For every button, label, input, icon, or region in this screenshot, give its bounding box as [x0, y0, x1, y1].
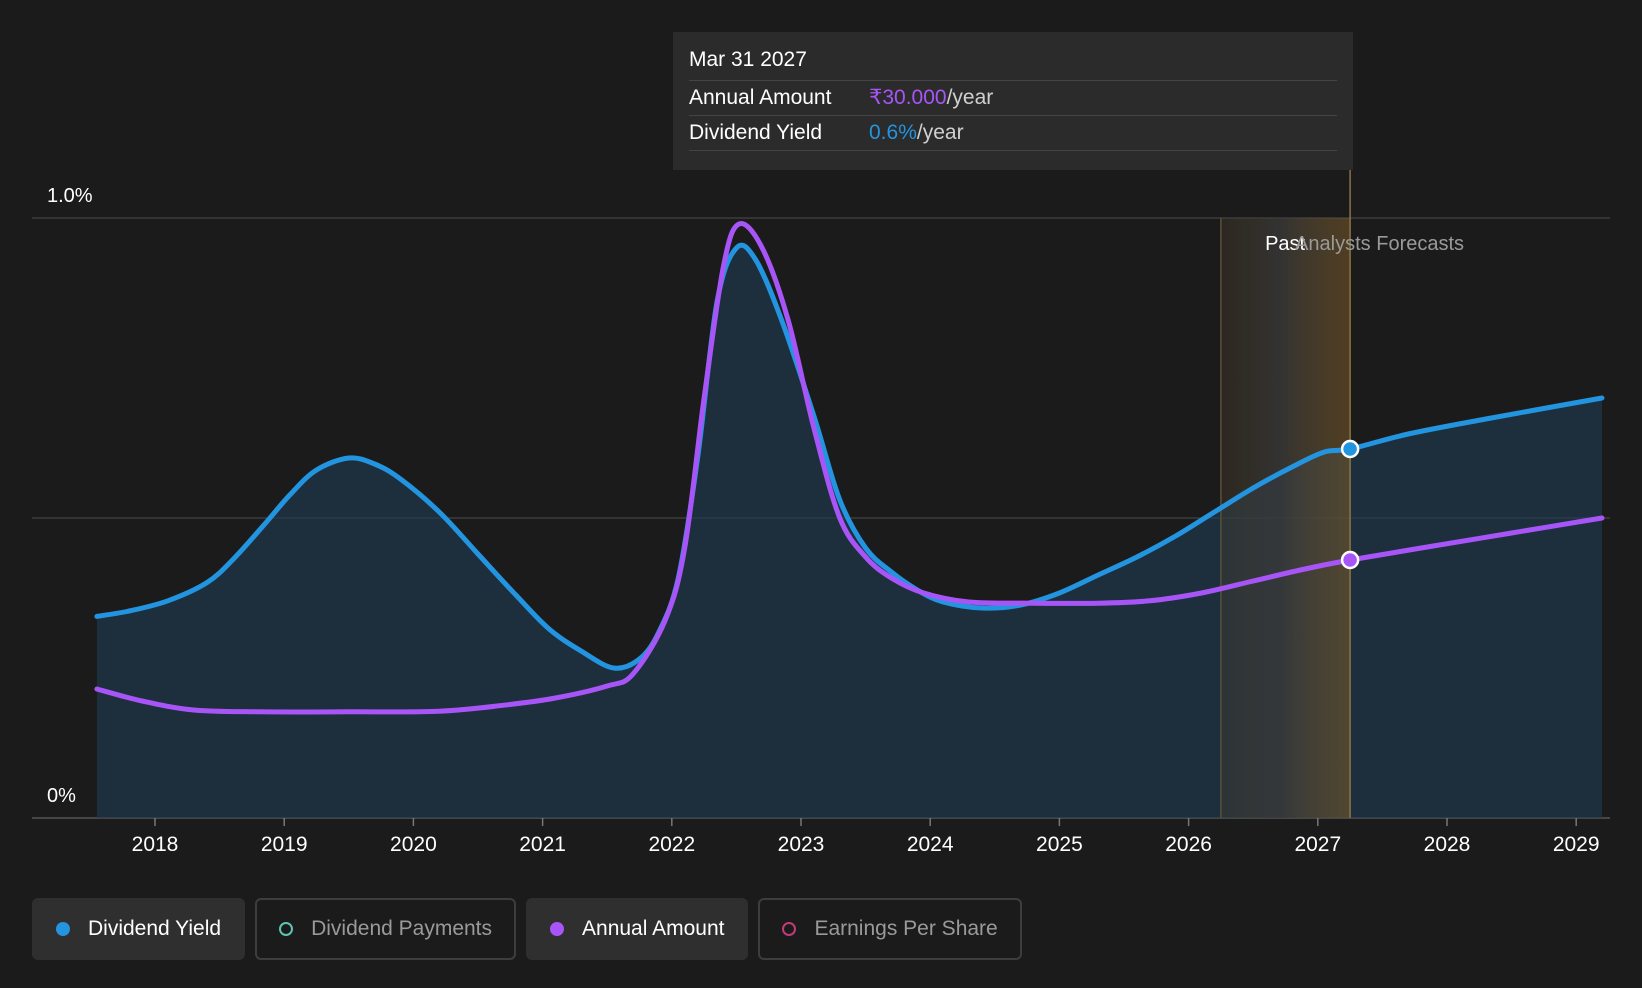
past-forecast-band [1220, 218, 1351, 818]
tooltip-value: ₹30.000 [869, 86, 947, 109]
x-tick-label: 2019 [261, 833, 308, 856]
ring-icon [782, 922, 797, 936]
x-tick-label: 2025 [1036, 833, 1083, 856]
legend-dividend-payments[interactable]: Dividend Payments [255, 898, 517, 960]
dot-icon [550, 922, 565, 936]
legend-label: Dividend Yield [88, 917, 222, 940]
x-tick-label: 2022 [648, 833, 695, 856]
highlight-point-dividend-yield [1340, 439, 1360, 459]
x-tick-label: 2028 [1424, 833, 1471, 856]
legend-earnings-per-share[interactable]: Earnings Per Share [758, 898, 1022, 960]
dividend-yield-area [96, 245, 1602, 818]
x-tick-label: 2027 [1294, 833, 1341, 856]
x-tick-label: 2029 [1553, 833, 1600, 856]
y-tick-label: 1.0% [47, 185, 93, 207]
x-tick-label: 2024 [907, 833, 954, 856]
x-tick-label: 2020 [390, 833, 437, 856]
highlight-point-annual-amount [1340, 550, 1360, 570]
tooltip-unit: /year [946, 86, 994, 109]
x-tick-label: 2018 [132, 833, 179, 856]
ring-icon [279, 922, 294, 936]
x-tick-label: 2026 [1165, 833, 1212, 856]
x-tick-label: 2021 [519, 833, 566, 856]
dot-icon [56, 922, 70, 936]
area-fills [96, 245, 1602, 818]
tooltip-label: Dividend Yield [689, 121, 823, 144]
legend-label: Earnings Per Share [814, 917, 998, 940]
forecast-label: Analysts Forecasts [1295, 233, 1464, 255]
legend-label: Dividend Payments [311, 917, 493, 940]
tooltip-row-annual-amount: Annual Amount ₹30.000 /year [689, 81, 1337, 116]
legend-annual-amount[interactable]: Annual Amount [526, 898, 749, 960]
legend-label: Annual Amount [582, 917, 725, 940]
chart-tooltip: Mar 31 2027 Annual Amount ₹30.000 /year … [673, 32, 1353, 170]
tooltip-label: Annual Amount [689, 86, 832, 109]
tooltip-unit: /year [916, 121, 964, 144]
tooltip-date: Mar 31 2027 [689, 44, 1337, 81]
legend-dividend-yield[interactable]: Dividend Yield [32, 898, 246, 960]
y-tick-label: 0% [47, 785, 76, 807]
tooltip-row-dividend-yield: Dividend Yield 0.6% /year [689, 116, 1337, 151]
x-tick-label: 2023 [778, 833, 825, 856]
tooltip-value: 0.6% [869, 121, 917, 144]
chart-legend: Dividend Yield Dividend Payments Annual … [32, 898, 1032, 960]
